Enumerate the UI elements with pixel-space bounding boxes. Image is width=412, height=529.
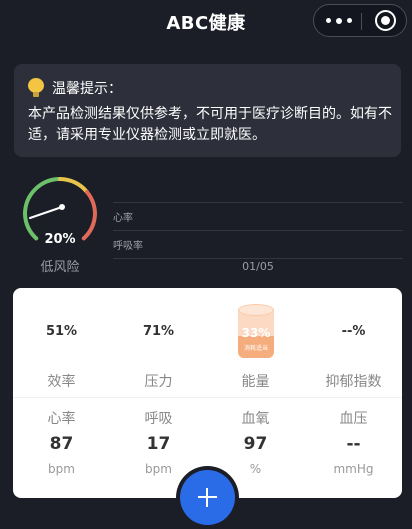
blood-pressure-label: 血压 (339, 411, 368, 427)
respiration-value: 17 (146, 434, 171, 454)
respiration-label: 呼吸 (144, 411, 173, 427)
heart-rate-label: 心率 (47, 411, 76, 427)
blood-oxygen-label: 血氧 (241, 411, 270, 427)
chart-label-respiration: 呼吸率 (113, 241, 143, 252)
mini-program-capsule (313, 4, 407, 37)
risk-level-label: 低风险 (40, 260, 80, 275)
chart-label-heart-rate: 心率 (113, 213, 133, 224)
stress-value: 71% (142, 324, 175, 339)
energy-label: 能量 (241, 374, 270, 390)
blood-oxygen-value: 97 (243, 434, 268, 454)
energy-status: 消耗适当 (243, 345, 268, 352)
tip-header: 温馨提示： (28, 78, 122, 98)
risk-value: 20% (44, 232, 76, 247)
add-measurement-button[interactable] (180, 470, 235, 525)
lightbulb-icon (28, 78, 44, 98)
panel-divider (13, 397, 402, 398)
top-bar: ABC健康 (0, 0, 412, 44)
chart-date: 01/05 (242, 260, 274, 273)
gauge-needle (29, 206, 63, 219)
heart-rate-value: 87 (49, 434, 74, 454)
energy-cylinder: 33% 消耗适当 (238, 304, 274, 362)
stress-label: 压力 (144, 374, 173, 390)
heart-rate-unit: bpm (48, 462, 75, 476)
blood-pressure-value: -- (346, 434, 361, 454)
depression-index-label: 抑郁指数 (325, 374, 382, 390)
efficiency-value: 51% (45, 324, 78, 339)
depression-index-value: --% (341, 324, 366, 339)
metrics-panel: 51% 71% 33% 消耗适当 --% 效率 压力 能量 抑郁指数 心率 呼吸… (13, 288, 402, 498)
more-dots-icon[interactable] (324, 5, 356, 36)
chart-row: 呼吸率 (113, 231, 403, 259)
efficiency-label: 效率 (47, 374, 76, 390)
blood-pressure-unit: mmHg (333, 462, 374, 476)
tip-card: 温馨提示： 本产品检测结果仅供参考，不可用于医疗诊断目的。如有不适，请采用专业仪… (14, 64, 401, 157)
gauge-hub (59, 204, 65, 210)
chart-row: 心率 (113, 203, 403, 231)
capsule-divider (361, 13, 362, 30)
vitals-trend-chart: 心率 呼吸率 (113, 175, 403, 259)
tip-body: 本产品检测结果仅供参考，不可用于医疗诊断目的。如有不适，请采用专业仪器检测或立即… (28, 106, 392, 143)
energy-value: 33% (241, 326, 271, 340)
target-close-icon[interactable] (375, 10, 396, 31)
tip-title: 温馨提示： (52, 81, 122, 97)
chart-row (113, 175, 403, 203)
